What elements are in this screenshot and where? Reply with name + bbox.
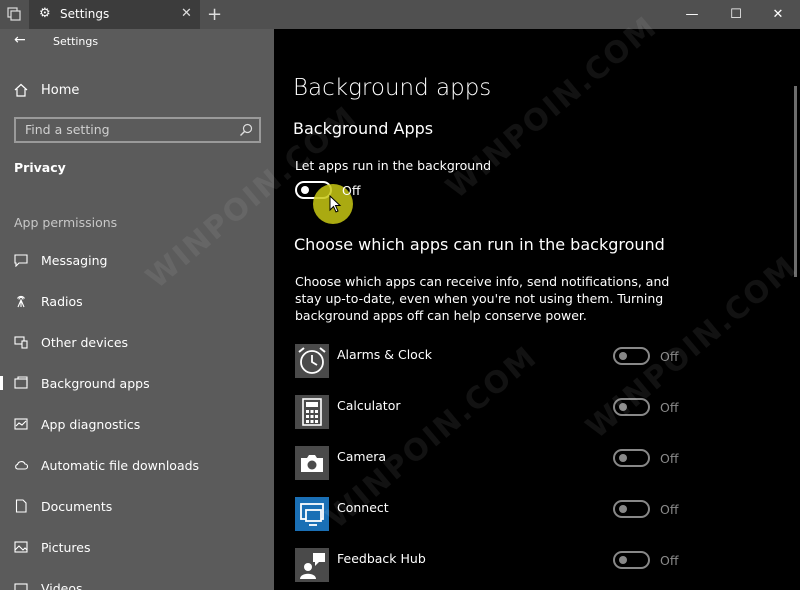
toggle-state: Off — [342, 183, 361, 198]
sidebar-item-label: Videos — [41, 580, 83, 590]
connect-icon — [295, 497, 329, 531]
page-title: Background apps — [293, 75, 492, 101]
home-label: Home — [41, 82, 80, 98]
sidebar-item-label: Automatic file downloads — [41, 457, 200, 473]
search-icon[interactable] — [239, 123, 253, 137]
calculator-icon — [295, 395, 329, 429]
sidebar-item-label: Messaging — [41, 252, 108, 268]
app-toggle[interactable] — [613, 449, 650, 467]
app-toggle-state: Off — [660, 553, 679, 568]
minimize-button[interactable]: — — [672, 0, 712, 29]
app-row-calculator: Calculator Off — [274, 395, 800, 435]
app-toggle-state: Off — [660, 451, 679, 466]
app-diagnostics-icon — [14, 418, 28, 430]
back-arrow-icon[interactable]: ← — [14, 32, 26, 48]
scrollbar[interactable] — [794, 86, 797, 277]
title-bar: ⚙ Settings ✕ + — ☐ ✕ — [0, 0, 800, 29]
sidebar-item-automatic-file-downloads[interactable]: Automatic file downloads — [0, 450, 274, 480]
app-name: Calculator — [337, 398, 401, 413]
sidebar-item-label: Radios — [41, 293, 83, 309]
video-icon — [14, 583, 28, 590]
tab-settings[interactable]: ⚙ Settings ✕ — [29, 0, 200, 29]
app-toggle-state: Off — [660, 502, 679, 517]
sidebar-item-label: App diagnostics — [41, 416, 141, 432]
app-toggle[interactable] — [613, 398, 650, 416]
maximize-button[interactable]: ☐ — [716, 0, 756, 29]
radios-icon — [17, 295, 25, 308]
app-row-alarms-clock: Alarms & Clock Off — [274, 344, 800, 384]
app-name: Camera — [337, 449, 387, 464]
sidebar-item-app-diagnostics[interactable]: App diagnostics — [0, 409, 274, 439]
sidebar: ← Settings Home Find a setting Privacy A… — [0, 29, 274, 590]
messaging-icon — [14, 254, 28, 267]
app-toggle-state: Off — [660, 349, 679, 364]
feedback-hub-icon — [295, 548, 329, 582]
app-name: Feedback Hub — [337, 551, 426, 566]
mouse-cursor-icon — [329, 195, 342, 213]
toggle-knob — [619, 505, 627, 513]
section-title: Choose which apps can run in the backgro… — [294, 235, 665, 254]
search-input[interactable]: Find a setting — [25, 122, 110, 137]
tab-close-icon[interactable]: ✕ — [181, 6, 192, 21]
sidebar-item-label: Other devices — [41, 334, 129, 350]
sidebar-item-videos[interactable]: Videos — [0, 573, 274, 590]
new-tab-button[interactable]: + — [207, 4, 222, 25]
toggle-knob — [619, 403, 627, 411]
sidebar-item-label: Background apps — [41, 375, 150, 391]
app-name: Alarms & Clock — [337, 347, 432, 362]
toggle-knob — [619, 454, 627, 462]
toggle-knob — [301, 186, 309, 194]
app-row-feedback-hub: Feedback Hub Off — [274, 548, 800, 588]
sidebar-item-pictures[interactable]: Pictures — [0, 532, 274, 562]
main-pane: Background apps Background Apps Let apps… — [274, 29, 800, 590]
home-icon — [14, 83, 28, 97]
group-heading: App permissions — [14, 215, 118, 230]
tab-title: Settings — [60, 7, 110, 21]
toggle-knob — [619, 352, 627, 360]
search-box[interactable]: Find a setting — [14, 117, 261, 143]
toggle-knob — [619, 556, 627, 564]
sidebar-item-radios[interactable]: Radios — [0, 286, 274, 316]
sidebar-item-other-devices[interactable]: Other devices — [0, 327, 274, 357]
description: Choose which apps can receive info, send… — [295, 274, 670, 323]
section-heading: Privacy — [14, 160, 66, 175]
app-row-connect: Connect Off — [274, 497, 800, 537]
app-toggle[interactable] — [613, 551, 650, 569]
sidebar-item-documents[interactable]: Documents — [0, 491, 274, 521]
picture-icon — [14, 541, 28, 553]
alarm-clock-icon — [295, 344, 329, 378]
tab-switcher-icon[interactable] — [7, 7, 21, 21]
app-toggle[interactable] — [613, 500, 650, 518]
toggle-label: Let apps run in the background — [295, 158, 492, 173]
sidebar-item-messaging[interactable]: Messaging — [0, 245, 274, 275]
app-toggle-state: Off — [660, 400, 679, 415]
app-title: Settings — [53, 35, 99, 48]
background-apps-icon — [14, 376, 28, 389]
camera-icon — [295, 446, 329, 480]
sidebar-item-label: Pictures — [41, 539, 91, 555]
sidebar-item-label: Documents — [41, 498, 113, 514]
close-button[interactable]: ✕ — [758, 0, 798, 29]
app-name: Connect — [337, 500, 389, 515]
subtitle: Background Apps — [293, 119, 434, 138]
document-icon — [15, 499, 27, 513]
app-toggle[interactable] — [613, 347, 650, 365]
cloud-icon — [15, 461, 28, 470]
app-row-camera: Camera Off — [274, 446, 800, 486]
sidebar-item-background-apps[interactable]: Background apps — [0, 368, 274, 398]
home-link[interactable]: Home — [14, 81, 79, 99]
other-devices-icon — [14, 336, 28, 349]
gear-icon: ⚙ — [39, 6, 51, 21]
